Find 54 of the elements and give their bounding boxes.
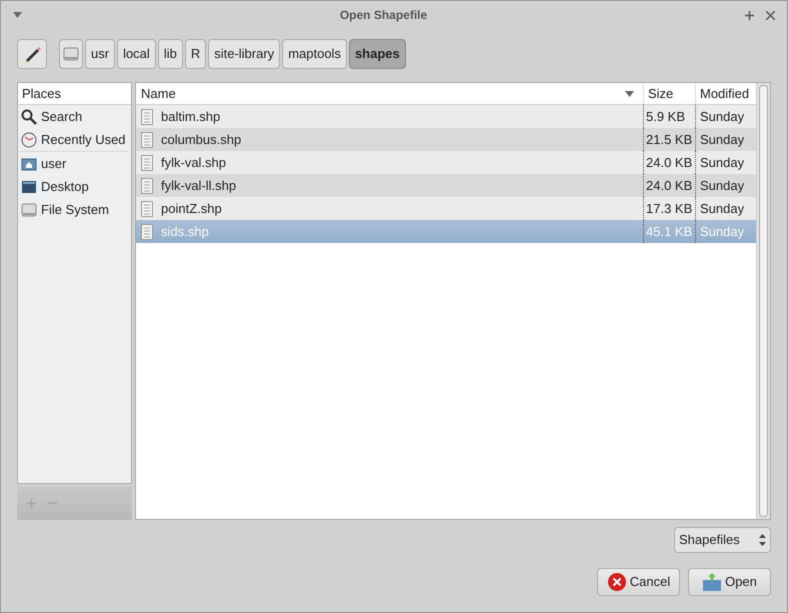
place-item[interactable]: Recently Used [18,128,131,151]
pencil-icon [22,44,42,64]
file-name: baltim.shp [161,108,220,126]
column-header[interactable]: Places [18,83,131,105]
place-item[interactable]: Desktop [18,175,131,198]
menu-caret-icon[interactable] [13,12,22,18]
window-title: Open Shapefile [338,7,428,24]
document-icon [141,132,153,148]
path-button[interactable]: R [184,39,206,69]
place-item[interactable]: File System [18,198,131,221]
updown-arrows-icon [759,534,766,546]
path-button[interactable]: site-library [208,39,280,69]
edit-location-button[interactable] [17,39,47,69]
open-folder-icon [702,572,722,592]
document-icon [141,200,153,216]
close-icon[interactable] [766,10,775,20]
path-button[interactable]: maptools [282,39,347,69]
path-button[interactable]: shapes [348,39,406,69]
root-drive-button[interactable] [59,39,83,69]
file-row[interactable]: fylk-val.shp 24.0 KB Sunday [136,151,756,174]
drive-icon [21,202,37,218]
place-item[interactable]: user [18,152,131,175]
home-folder-icon [21,156,37,172]
path-button[interactable]: usr [85,39,116,69]
file-row[interactable]: fylk-val-ll.shp 24.0 KB Sunday [136,174,756,197]
file-row[interactable]: baltim.shp 5.9 KB Sunday [136,105,756,128]
clock-icon [21,132,37,148]
open-button[interactable]: Open [688,568,771,596]
column-header[interactable]: Name [136,83,643,104]
sort-caret-icon [625,90,634,96]
cancel-icon [606,572,627,592]
place-item[interactable]: Search [18,105,131,128]
document-icon [141,154,153,170]
drive-icon [63,46,79,62]
desktop-icon [21,178,37,194]
scrollbar[interactable] [756,83,770,519]
file-size: 45.1 KB [643,220,695,243]
document-icon [141,224,153,240]
file-name: fylk-val.shp [161,154,226,172]
file-row[interactable]: columbus.shp 21.5 KB Sunday [136,128,756,151]
search-icon [21,108,37,124]
file-name: sids.shp [161,222,209,241]
path-button[interactable]: lib [158,39,183,69]
filter-dropdown[interactable]: Shapefiles [674,527,771,553]
cancel-button[interactable]: Cancel [597,568,680,596]
file-name: columbus.shp [161,130,242,149]
file-row[interactable]: pointZ.shp 17.3 KB Sunday [136,197,756,220]
document-icon [141,178,153,194]
path-button[interactable]: local [117,39,156,69]
file-name: fylk-val-ll.shp [161,176,236,195]
document-icon [141,108,153,124]
column-header[interactable]: Size [643,83,695,104]
file-name: pointZ.shp [161,200,222,218]
maximize-icon[interactable] [745,10,754,20]
